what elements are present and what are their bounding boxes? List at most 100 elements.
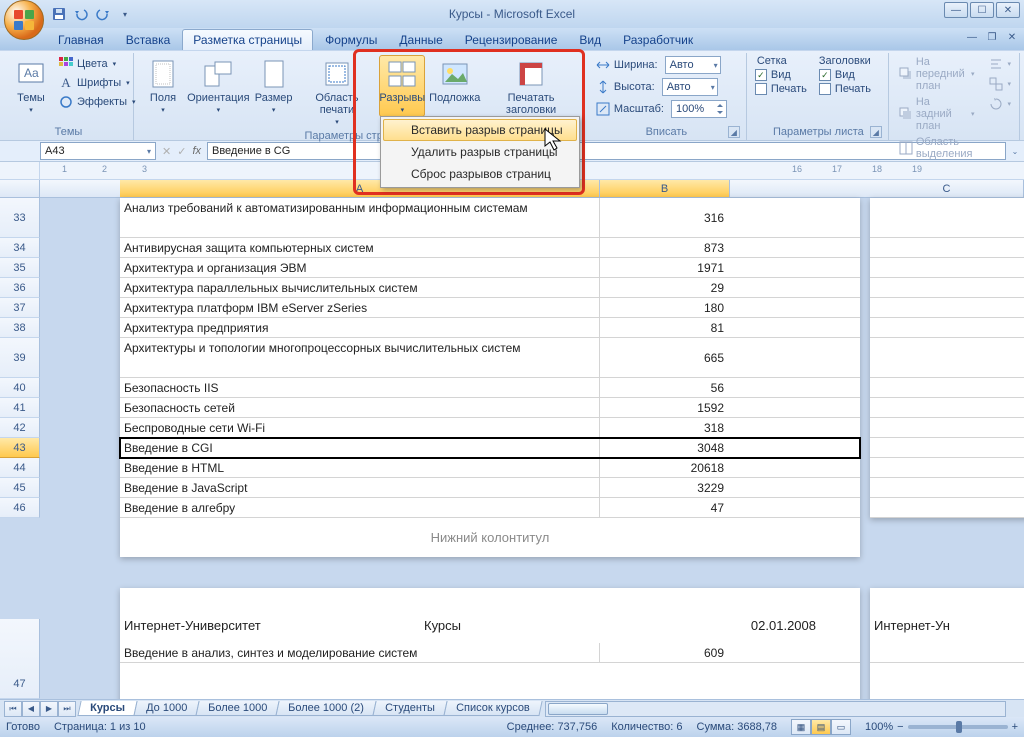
ribbon-tab[interactable]: Рецензирование <box>455 30 568 50</box>
menu-reset-page-breaks[interactable]: Сброс разрывов страниц <box>383 163 577 185</box>
gridlines-view-checkbox[interactable]: ✓Вид <box>755 69 807 81</box>
scale-spinner[interactable]: 100% <box>671 100 727 118</box>
table-row[interactable] <box>870 258 1024 278</box>
table-row[interactable] <box>870 378 1024 398</box>
fx-icon[interactable]: fx <box>192 145 201 157</box>
tab-nav-first-icon[interactable]: ⏮ <box>4 701 22 717</box>
table-row[interactable] <box>870 278 1024 298</box>
table-row[interactable]: Анализ требований к автоматизированным и… <box>120 198 860 238</box>
table-row[interactable]: Введение в HTML20618 <box>120 458 860 478</box>
table-row[interactable] <box>870 198 1024 238</box>
table-row[interactable]: Архитектура параллельных вычислительных … <box>120 278 860 298</box>
table-row[interactable] <box>870 398 1024 418</box>
row-header[interactable]: 46 <box>0 498 40 518</box>
menu-insert-page-break[interactable]: Вставить разрыв страницы <box>383 119 577 141</box>
table-row[interactable]: Введение в анализ, синтез и моделировани… <box>120 643 860 663</box>
table-row[interactable]: Введение в CGI3048 <box>120 438 860 458</box>
tab-nav-last-icon[interactable]: ⏭ <box>58 701 76 717</box>
zoom-slider[interactable]: 100% − + <box>865 721 1018 733</box>
row-header[interactable]: 38 <box>0 318 40 338</box>
row-header[interactable]: 33 <box>0 198 40 238</box>
background-button[interactable]: Подложка <box>429 55 480 107</box>
table-row[interactable] <box>870 418 1024 438</box>
doc-minimize-button[interactable]: — <box>964 30 980 44</box>
table-row[interactable] <box>870 338 1024 378</box>
print-titles-button[interactable]: Печатать заголовки <box>484 55 578 119</box>
sheet-tab[interactable]: Курсы <box>77 701 137 716</box>
table-row[interactable] <box>870 498 1024 518</box>
sheet-tab[interactable]: Список курсов <box>443 701 542 716</box>
gridlines-print-checkbox[interactable]: Печать <box>755 83 807 95</box>
themes-button[interactable]: Aa Темы▾ <box>10 55 52 117</box>
table-row[interactable] <box>870 238 1024 258</box>
ribbon-tab[interactable]: Главная <box>48 30 114 50</box>
doc-restore-button[interactable]: ❐ <box>984 30 1000 44</box>
ribbon-tab[interactable]: Вставка <box>116 30 181 50</box>
select-all-corner[interactable] <box>0 180 40 197</box>
doc-close-button[interactable]: ✕ <box>1004 30 1020 44</box>
orientation-button[interactable]: Ориентация▾ <box>188 55 249 117</box>
table-row[interactable]: Антивирусная защита компьютерных систем8… <box>120 238 860 258</box>
row-header[interactable]: 35 <box>0 258 40 278</box>
row-header[interactable]: 41 <box>0 398 40 418</box>
table-row[interactable]: Введение в JavaScript3229 <box>120 478 860 498</box>
table-row[interactable]: Архитектуры и топологии многопроцессорны… <box>120 338 860 378</box>
bring-to-front-button[interactable]: На передний план ▾ <box>897 55 977 93</box>
row-header[interactable]: 44 <box>0 458 40 478</box>
row-header[interactable]: 40 <box>0 378 40 398</box>
headings-print-checkbox[interactable]: Печать <box>819 83 871 95</box>
sheet-tab[interactable]: До 1000 <box>133 701 199 716</box>
column-header-c[interactable]: C <box>870 180 1024 197</box>
zoom-in-icon[interactable]: + <box>1012 721 1018 733</box>
undo-icon[interactable] <box>72 5 90 23</box>
table-row[interactable] <box>870 478 1024 498</box>
horizontal-scrollbar[interactable] <box>545 701 1006 717</box>
ribbon-tab[interactable]: Разработчик <box>613 30 703 50</box>
rotate-button[interactable]: ▾ <box>986 95 1013 113</box>
enter-icon[interactable]: ✓ <box>177 145 186 158</box>
tab-nav-prev-icon[interactable]: ◀ <box>22 701 40 717</box>
zoom-out-icon[interactable]: − <box>897 721 903 733</box>
row-header[interactable]: 47 <box>0 619 40 699</box>
table-row[interactable]: Архитектура предприятия81 <box>120 318 860 338</box>
selection-pane-button[interactable]: Область выделения <box>897 135 977 161</box>
qat-customize-icon[interactable]: ▾ <box>116 5 134 23</box>
height-combo[interactable]: Авто▾ <box>662 78 718 96</box>
row-header[interactable]: 39 <box>0 338 40 378</box>
table-row[interactable]: Безопасность IIS56 <box>120 378 860 398</box>
headings-view-checkbox[interactable]: ✓Вид <box>819 69 871 81</box>
margins-button[interactable]: Поля▾ <box>142 55 184 117</box>
table-row[interactable]: Беспроводные сети Wi-Fi318 <box>120 418 860 438</box>
align-button[interactable]: ▾ <box>986 55 1013 73</box>
table-row[interactable] <box>870 298 1024 318</box>
table-row[interactable]: Архитектура платформ IBM eServer zSeries… <box>120 298 860 318</box>
menu-remove-page-break[interactable]: Удалить разрыв страницы <box>383 141 577 163</box>
column-header-b[interactable]: B <box>600 180 730 197</box>
sheet-tab[interactable]: Более 1000 (2) <box>276 701 377 716</box>
table-row[interactable]: Безопасность сетей1592 <box>120 398 860 418</box>
close-button[interactable]: ✕ <box>996 2 1020 18</box>
tab-nav-next-icon[interactable]: ▶ <box>40 701 58 717</box>
table-row[interactable] <box>870 458 1024 478</box>
row-header[interactable]: 42 <box>0 418 40 438</box>
row-header[interactable]: 34 <box>0 238 40 258</box>
office-button[interactable] <box>4 0 44 40</box>
dialog-launcher-icon[interactable]: ◢ <box>728 126 740 138</box>
group-button[interactable]: ▾ <box>986 75 1013 93</box>
row-header[interactable]: 36 <box>0 278 40 298</box>
table-row[interactable]: Архитектура и организация ЭВМ1971 <box>120 258 860 278</box>
theme-fonts-button[interactable]: AШрифты ▾ <box>56 74 138 92</box>
ribbon-tab[interactable]: Данные <box>389 30 452 50</box>
redo-icon[interactable] <box>94 5 112 23</box>
print-area-button[interactable]: Область печати▾ <box>299 55 376 129</box>
breaks-button[interactable]: Разрывы▾ <box>379 55 425 117</box>
theme-effects-button[interactable]: Эффекты ▾ <box>56 93 138 111</box>
ribbon-tab[interactable]: Вид <box>569 30 611 50</box>
name-box[interactable]: A43▾ <box>40 142 156 160</box>
width-combo[interactable]: Авто▾ <box>665 56 721 74</box>
table-row[interactable] <box>870 438 1024 458</box>
size-button[interactable]: Размер▾ <box>253 55 295 117</box>
row-header[interactable]: 37 <box>0 298 40 318</box>
table-row[interactable] <box>870 318 1024 338</box>
row-header[interactable]: 45 <box>0 478 40 498</box>
